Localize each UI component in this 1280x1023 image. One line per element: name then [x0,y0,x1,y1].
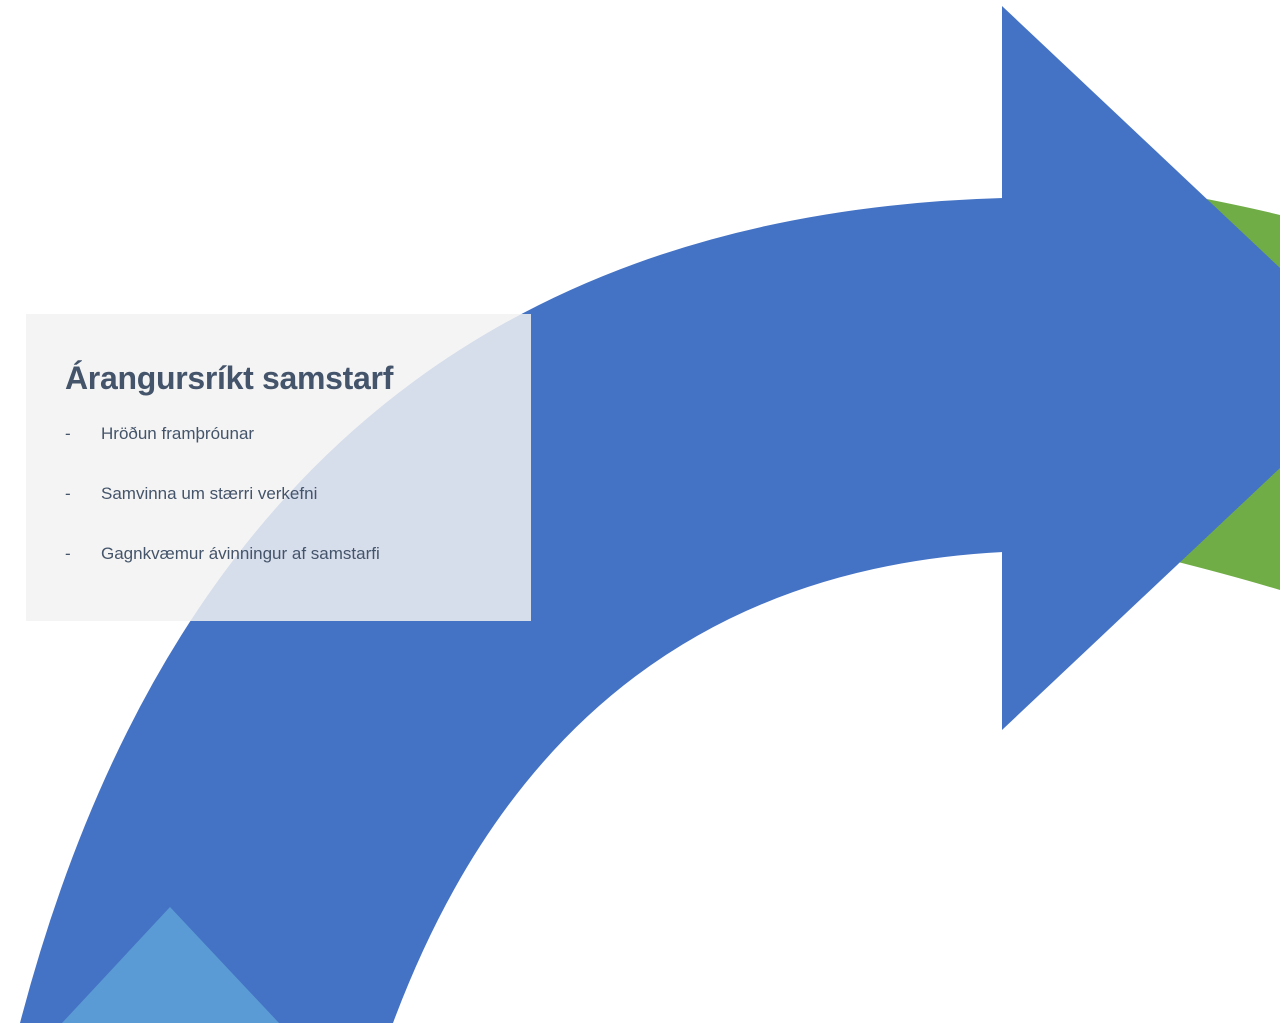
slide: Árangursríkt samstarf - Hröðun framþróun… [0,0,1280,1023]
dash-bullet: - [65,484,71,503]
bullet-list: - Hröðun framþróunar - Samvinna um stærr… [65,424,531,564]
list-item: - Hröðun framþróunar [65,424,531,444]
list-item-text: Samvinna um stærri verkefni [101,484,318,503]
list-item: - Gagnkvæmur ávinningur af samstarfi [65,544,531,564]
dash-bullet: - [65,424,71,443]
list-item: - Samvinna um stærri verkefni [65,484,531,504]
list-item-text: Hröðun framþróunar [101,424,255,443]
dash-bullet: - [65,544,71,563]
text-card: Árangursríkt samstarf - Hröðun framþróun… [26,314,531,621]
card-title: Árangursríkt samstarf [65,360,394,396]
list-item-text: Gagnkvæmur ávinningur af samstarfi [101,544,380,563]
blue-arrowhead [1002,6,1280,730]
